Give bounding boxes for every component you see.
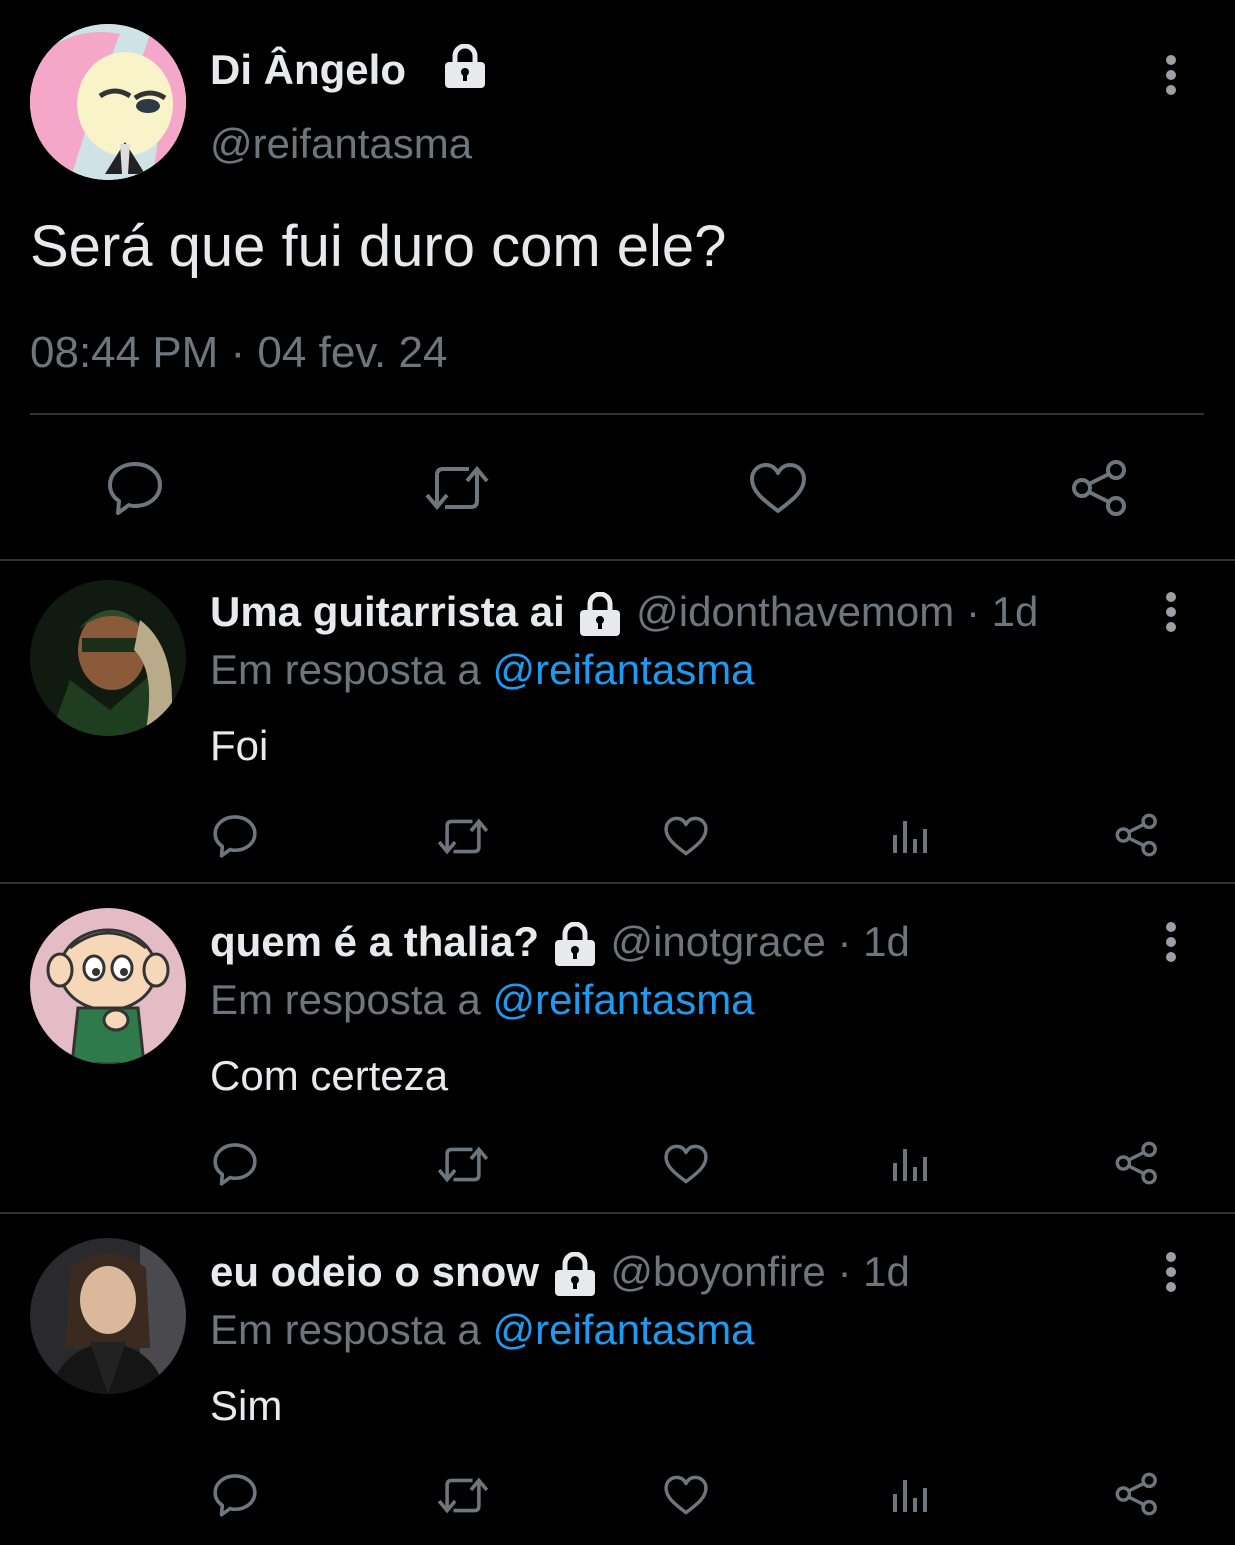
tweet-text: Sim xyxy=(210,1382,283,1429)
lock-icon xyxy=(441,44,489,90)
reply-context: Em resposta a @reifantasma xyxy=(210,646,755,694)
views-icon[interactable] xyxy=(891,1143,931,1183)
lock-icon xyxy=(551,921,599,968)
reply-icon[interactable] xyxy=(212,1141,258,1187)
views-icon[interactable] xyxy=(891,1474,931,1514)
mention-link[interactable]: @reifantasma xyxy=(492,976,754,1023)
timestamp: 08:44 PM · 04 fev. 24 xyxy=(30,328,448,377)
avatar-image xyxy=(30,908,186,1064)
divider xyxy=(0,1212,1235,1214)
avatar[interactable] xyxy=(30,1238,186,1394)
more-icon[interactable] xyxy=(1160,922,1182,962)
display-name[interactable]: Di Ângelo xyxy=(210,46,406,94)
like-icon[interactable] xyxy=(663,815,709,857)
avatar-image xyxy=(30,580,186,736)
divider xyxy=(0,559,1235,561)
avatar[interactable] xyxy=(30,580,186,736)
handle[interactable]: @reifantasma xyxy=(210,120,472,168)
share-icon[interactable] xyxy=(1114,1472,1160,1516)
tweet-text: Será que fui duro com ele? xyxy=(30,214,727,279)
reply-icon[interactable] xyxy=(212,813,258,859)
avatar[interactable] xyxy=(30,24,186,180)
more-icon[interactable] xyxy=(1160,1252,1182,1292)
display-name[interactable]: Uma guitarrista ai xyxy=(210,588,565,635)
avatar-image xyxy=(30,24,186,180)
timestamp: · 1d xyxy=(837,1248,910,1295)
retweet-icon[interactable] xyxy=(436,1474,490,1517)
lock-icon xyxy=(551,1251,599,1298)
more-icon[interactable] xyxy=(1160,55,1182,95)
like-icon[interactable] xyxy=(663,1474,709,1516)
divider xyxy=(30,413,1204,415)
reply-context: Em resposta a @reifantasma xyxy=(210,1306,755,1354)
reply-icon[interactable] xyxy=(106,459,164,517)
handle[interactable]: @idonthavemom xyxy=(636,588,954,635)
reply-prefix: Em resposta a xyxy=(210,1306,481,1353)
timestamp: · 1d xyxy=(837,918,910,965)
reply-header: Uma guitarrista ai @idonthavemom · 1d xyxy=(210,588,1038,638)
handle[interactable]: @boyonfire xyxy=(610,1248,825,1295)
reply-header: eu odeio o snow @boyonfire · 1d xyxy=(210,1248,910,1298)
handle[interactable]: @inotgrace xyxy=(610,918,825,965)
retweet-icon[interactable] xyxy=(423,461,491,515)
reply-icon[interactable] xyxy=(212,1472,258,1518)
avatar-image xyxy=(30,1238,186,1394)
share-icon[interactable] xyxy=(1114,813,1160,857)
tweet-text: Foi xyxy=(210,722,269,769)
mention-link[interactable]: @reifantasma xyxy=(492,1306,754,1353)
like-icon[interactable] xyxy=(663,1143,709,1185)
avatar[interactable] xyxy=(30,908,186,1064)
divider xyxy=(0,882,1235,884)
more-icon[interactable] xyxy=(1160,592,1182,632)
display-name[interactable]: eu odeio o snow xyxy=(210,1248,539,1295)
retweet-icon[interactable] xyxy=(436,1143,490,1186)
views-icon[interactable] xyxy=(891,815,931,855)
share-icon[interactable] xyxy=(1114,1141,1160,1185)
tweet-text: Com certeza xyxy=(210,1052,449,1099)
lock-icon xyxy=(576,591,624,638)
reply-context: Em resposta a @reifantasma xyxy=(210,976,755,1024)
timestamp: · 1d xyxy=(965,588,1039,635)
share-icon[interactable] xyxy=(1070,459,1130,517)
like-icon[interactable] xyxy=(748,461,808,515)
mention-link[interactable]: @reifantasma xyxy=(492,646,754,693)
reply-prefix: Em resposta a xyxy=(210,646,481,693)
retweet-icon[interactable] xyxy=(436,815,490,858)
reply-header: quem é a thalia? @inotgrace · 1d xyxy=(210,918,910,968)
reply-prefix: Em resposta a xyxy=(210,976,481,1023)
display-name[interactable]: quem é a thalia? xyxy=(210,918,539,965)
